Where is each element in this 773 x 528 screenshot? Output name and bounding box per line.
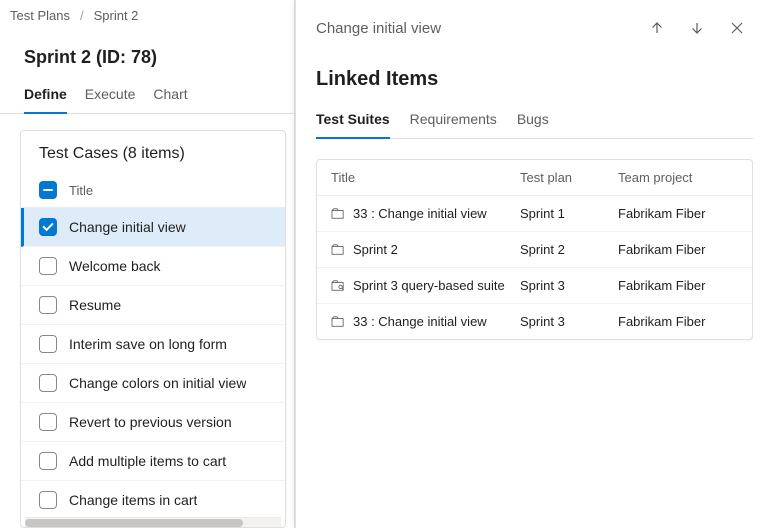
linked-item-title: Sprint 3 query-based suite [353,278,505,293]
test-case-title: Change items in cart [69,492,197,508]
breadcrumb: Test Plans / Sprint 2 [0,0,294,31]
linked-items-heading: Linked Items [316,68,753,91]
next-button[interactable] [681,12,713,44]
arrow-up-icon [649,20,665,36]
tab-chart[interactable]: Chart [153,78,187,114]
test-case-title: Revert to previous version [69,414,232,430]
linked-item-plan: Sprint 1 [520,206,610,221]
close-button[interactable] [721,12,753,44]
linked-item-row[interactable]: 33 : Change initial view Sprint 1 Fabrik… [317,196,752,232]
test-case-row[interactable]: Revert to previous version [21,403,285,442]
breadcrumb-item[interactable]: Test Plans [10,8,70,23]
side-panel-title: Change initial view [316,20,633,37]
close-icon [730,21,744,35]
linked-item-project: Fabrikam Fiber [618,314,738,329]
query-suite-icon [331,280,345,292]
linked-item-row[interactable]: 33 : Change initial view Sprint 3 Fabrik… [317,304,752,339]
test-case-title: Interim save on long form [69,336,227,352]
linked-item-title: 33 : Change initial view [353,314,487,329]
select-all-checkbox[interactable] [39,181,57,199]
test-case-row[interactable]: Interim save on long form [21,325,285,364]
linked-items-tabs: Test Suites Requirements Bugs [316,105,753,139]
test-case-title: Change colors on initial view [69,375,246,391]
test-case-row[interactable]: Change colors on initial view [21,364,285,403]
column-header-test-plan: Test plan [520,170,610,185]
linked-item-plan: Sprint 2 [520,242,610,257]
tab-define[interactable]: Define [24,78,67,114]
test-case-title: Add multiple items to cart [69,453,226,469]
linked-items-panel: Change initial view Linked Items Test Su… [295,0,773,528]
test-case-row[interactable]: Resume [21,286,285,325]
row-checkbox[interactable] [39,257,57,275]
test-case-title: Welcome back [69,258,161,274]
breadcrumb-separator: / [80,8,84,23]
test-case-row[interactable]: Welcome back [21,247,285,286]
test-case-title: Resume [69,297,121,313]
tab-test-suites[interactable]: Test Suites [316,105,390,139]
linked-items-header-row: Title Test plan Team project [317,160,752,196]
linked-item-row[interactable]: Sprint 2 Sprint 2 Fabrikam Fiber [317,232,752,268]
test-case-row[interactable]: Change initial view [21,208,285,247]
linked-items-table: Title Test plan Team project 33 : Change… [316,159,753,340]
linked-item-row[interactable]: Sprint 3 query-based suite Sprint 3 Fabr… [317,268,752,304]
column-header-title: Title [331,170,512,185]
linked-item-title: 33 : Change initial view [353,206,487,221]
linked-item-project: Fabrikam Fiber [618,206,738,221]
test-case-row[interactable]: Change items in cart [21,481,285,517]
linked-item-title: Sprint 2 [353,242,398,257]
linked-item-project: Fabrikam Fiber [618,278,738,293]
test-case-row[interactable]: Add multiple items to cart [21,442,285,481]
linked-item-project: Fabrikam Fiber [618,242,738,257]
row-checkbox[interactable] [39,452,57,470]
test-cases-card: Test Cases (8 items) Title Change initia… [20,130,286,528]
column-header-team-project: Team project [618,170,738,185]
tab-execute[interactable]: Execute [85,78,136,114]
test-case-title: Change initial view [69,219,186,235]
row-checkbox[interactable] [39,374,57,392]
row-checkbox[interactable] [39,491,57,509]
row-checkbox[interactable] [39,335,57,353]
page-title: Sprint 2 (ID: 78) [0,31,294,78]
test-suite-icon [331,316,345,328]
test-cases-column-header: Title [21,173,285,208]
test-suite-icon [331,208,345,220]
column-title-label: Title [69,183,93,198]
linked-item-plan: Sprint 3 [520,278,610,293]
row-checkbox[interactable] [39,218,57,236]
tab-bugs[interactable]: Bugs [517,105,549,139]
previous-button[interactable] [641,12,673,44]
row-checkbox[interactable] [39,296,57,314]
test-cases-list: Change initial view Welcome back Resume … [21,208,285,517]
test-suite-icon [331,244,345,256]
main-tabs: Define Execute Chart [0,78,294,114]
test-cases-heading: Test Cases (8 items) [21,131,285,173]
tab-requirements[interactable]: Requirements [410,105,497,139]
row-checkbox[interactable] [39,413,57,431]
horizontal-scrollbar[interactable] [25,517,281,527]
arrow-down-icon [689,20,705,36]
breadcrumb-item[interactable]: Sprint 2 [94,8,139,23]
linked-item-plan: Sprint 3 [520,314,610,329]
